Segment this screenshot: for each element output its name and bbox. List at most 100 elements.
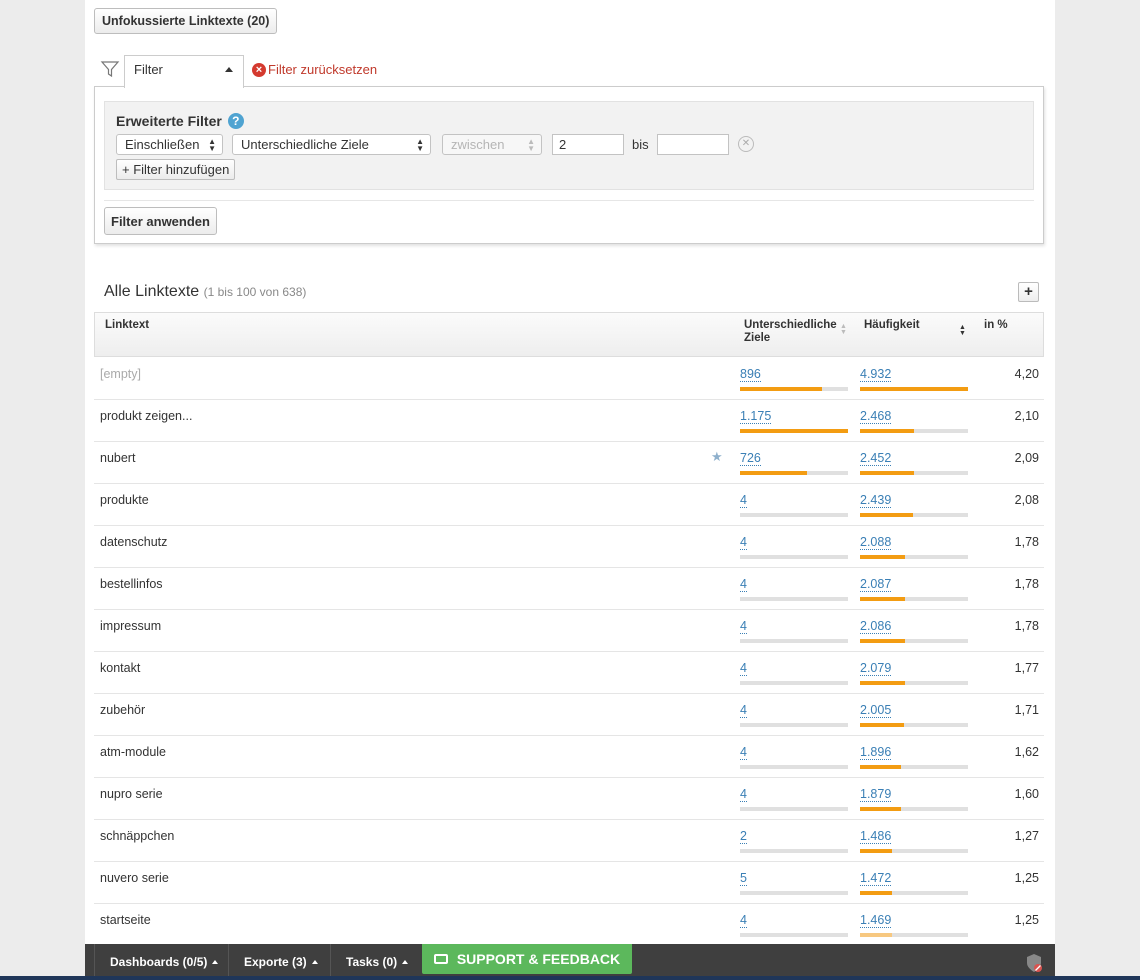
unfocused-linktexts-button[interactable]: Unfokussierte Linktexte (20) (94, 8, 278, 34)
help-icon[interactable]: ? (227, 113, 244, 129)
filter-reset-label: Filter zurücksetzen (268, 62, 378, 77)
frequency-bar-fill (860, 471, 914, 475)
targets-bar-fill (740, 387, 823, 391)
linktext-cell: [empty] (100, 367, 141, 381)
targets-link[interactable]: 4 (740, 577, 747, 592)
frequency-link[interactable]: 2.087 (860, 577, 892, 592)
targets-link[interactable]: 896 (740, 367, 761, 382)
frequency-bar (860, 807, 968, 811)
targets-link[interactable]: 4 (740, 619, 747, 634)
frequency-link[interactable]: 1.469 (860, 913, 892, 928)
targets-bar (740, 429, 848, 433)
advanced-filter-box: Erweiterte Filter ? Einschließen ▲ ▼ Unte… (104, 101, 1034, 190)
targets-bar (740, 891, 848, 895)
frequency-bar-fill (860, 849, 893, 853)
targets-link[interactable]: 4 (740, 493, 747, 508)
dashboards-menu[interactable]: Dashboards (0/5) (110, 955, 219, 969)
frequency-link[interactable]: 1.896 (860, 745, 892, 760)
header-percent[interactable]: in % (984, 319, 1008, 331)
targets-link[interactable]: 4 (740, 745, 747, 760)
table-body: [empty] 896 4.932 4,20 produkt zeigen... 1.17… (94, 358, 1044, 946)
support-feedback-button[interactable]: SUPPORT & FEEDBACK (422, 944, 632, 974)
linktext-cell: bestellinfos (100, 577, 163, 591)
include-select-value: Einschließen (125, 137, 200, 152)
frequency-bar-fill (860, 933, 893, 937)
table-row: [empty] 896 4.932 4,20 (94, 358, 1044, 400)
linktext-cell: zubehör (100, 703, 146, 717)
percent-cell: 1,71 (1014, 703, 1039, 717)
frequency-link[interactable]: 2.005 (860, 703, 892, 718)
header-frequency[interactable]: Häufigkeit (864, 319, 920, 331)
filter-tab-label: Filter (134, 62, 163, 77)
targets-link[interactable]: 5 (740, 871, 747, 886)
targets-bar (740, 807, 848, 811)
table-row: nubert ★ 726 2.452 2,09 (94, 442, 1044, 484)
targets-bar (740, 597, 848, 601)
frequency-bar-fill (860, 891, 893, 895)
table-row: produkte 4 2.439 2,08 (94, 484, 1044, 526)
frequency-link[interactable]: 2.452 (860, 451, 892, 466)
header-targets[interactable]: Unterschiedliche Ziele (744, 319, 844, 345)
targets-link[interactable]: 4 (740, 535, 747, 550)
filter-reset-link[interactable]: × Filter zurücksetzen (252, 62, 377, 77)
percent-cell: 1,62 (1014, 745, 1039, 759)
targets-bar-fill (740, 471, 807, 475)
targets-link[interactable]: 4 (740, 913, 747, 928)
header-targets-line2: Ziele (744, 332, 771, 344)
tasks-menu[interactable]: Tasks (0) (346, 955, 409, 969)
filter-tab[interactable]: Filter (124, 55, 244, 88)
table-row: impressum 4 2.086 1,78 (94, 610, 1044, 652)
frequency-link[interactable]: 2.439 (860, 493, 892, 508)
exports-menu[interactable]: Exporte (3) (244, 955, 318, 969)
divider (228, 944, 229, 980)
caret-up-icon (225, 67, 233, 72)
include-select[interactable]: Einschließen ▲ ▼ (116, 134, 223, 155)
advanced-filter-title: Erweiterte Filter ? (116, 113, 244, 129)
linktext-cell: kontakt (100, 661, 141, 675)
frequency-link[interactable]: 2.468 (860, 409, 892, 424)
frequency-link[interactable]: 1.879 (860, 787, 892, 802)
frequency-link[interactable]: 2.079 (860, 661, 892, 676)
frequency-link[interactable]: 1.472 (860, 871, 892, 886)
metric-select[interactable]: Unterschiedliche Ziele ▲ ▼ (232, 134, 431, 155)
frequency-link[interactable]: 1.486 (860, 829, 892, 844)
linktext-cell: startseite (100, 913, 151, 927)
targets-link[interactable]: 726 (740, 451, 761, 466)
star-icon[interactable]: ★ (711, 449, 723, 465)
percent-cell: 1,77 (1014, 661, 1039, 675)
frequency-bar (860, 723, 968, 727)
frequency-bar (860, 555, 968, 559)
apply-filter-button[interactable]: Filter anwenden (104, 207, 217, 235)
targets-link[interactable]: 1.175 (740, 409, 772, 424)
divider (104, 200, 1034, 201)
percent-cell: 1,25 (1014, 913, 1039, 927)
percent-cell: 2,08 (1014, 493, 1039, 507)
targets-link[interactable]: 4 (740, 703, 747, 718)
percent-cell: 1,78 (1014, 619, 1039, 633)
add-filter-button[interactable]: + Filter hinzufügen (116, 159, 236, 180)
remove-filter-icon[interactable]: ✕ (738, 136, 754, 152)
percent-cell: 1,78 (1014, 577, 1039, 591)
caret-up-icon (311, 960, 318, 964)
frequency-link[interactable]: 4.932 (860, 367, 892, 382)
table-row: zubehör 4 2.005 1,71 (94, 694, 1044, 736)
funnel-icon[interactable] (100, 59, 120, 79)
frequency-link[interactable]: 2.086 (860, 619, 892, 634)
filter-from-input[interactable] (552, 134, 624, 155)
linktext-cell: atm-module (100, 745, 166, 759)
sort-desc-icon[interactable]: ▲ ▼ (959, 324, 966, 337)
select-arrows-icon: ▲ ▼ (208, 137, 216, 153)
table-row: kontakt 4 2.079 1,77 (94, 652, 1044, 694)
frequency-link[interactable]: 2.088 (860, 535, 892, 550)
shield-blocked-icon[interactable] (1025, 953, 1043, 973)
add-column-button[interactable]: + (1018, 282, 1039, 302)
filter-to-input[interactable] (657, 134, 729, 155)
targets-link[interactable]: 4 (740, 787, 747, 802)
targets-link[interactable]: 4 (740, 661, 747, 676)
percent-cell: 1,78 (1014, 535, 1039, 549)
sort-icon[interactable]: ▲ ▼ (840, 323, 847, 336)
targets-link[interactable]: 2 (740, 829, 747, 844)
header-linktext[interactable]: Linktext (105, 319, 149, 331)
linktext-cell: nubert (100, 451, 136, 465)
percent-cell: 1,27 (1014, 829, 1039, 843)
